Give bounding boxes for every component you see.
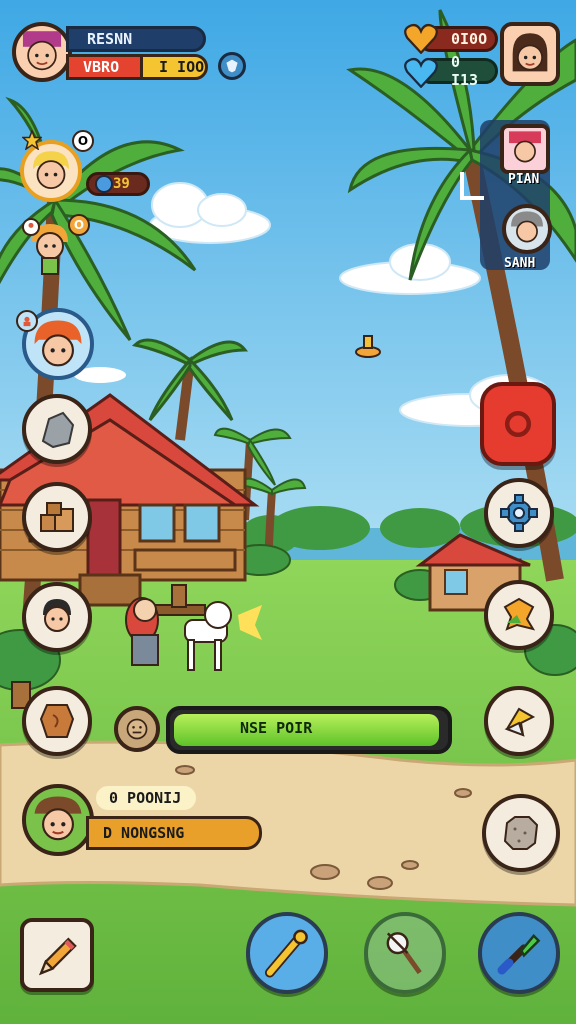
rock-button[interactable] [22,394,92,464]
quest-title-plate[interactable]: 0 POONIJ [96,786,196,810]
crates-button[interactable] [22,482,92,552]
pickaxe-button[interactable] [364,912,446,994]
right-member-1-portrait-icon [509,131,541,163]
party-member-1-badge: O [72,130,94,152]
gear-button[interactable] [484,478,554,548]
stone-block-button[interactable] [482,794,560,872]
quest-giver-portrait-icon [34,796,82,841]
right-member-1[interactable] [500,124,550,174]
player-sub-label: VBRO [83,58,120,76]
map-piece-button[interactable] [484,580,554,650]
target-icon [504,410,532,438]
leather-button[interactable] [22,686,92,756]
player-sub-plate: VBRO [66,54,146,80]
pencil-button[interactable] [20,918,94,992]
player-avatar[interactable] [12,22,72,82]
red-action-button[interactable] [480,382,556,466]
quest-title: 0 POONIJ [109,789,182,807]
player-name: RESNN [87,30,133,48]
party-member-3-tag [16,310,38,332]
shape-icon [504,707,536,737]
quest-giver-avatar[interactable] [22,784,94,856]
rock-icon [41,411,75,449]
map-piece-icon [503,597,536,631]
add-currency-button[interactable] [218,52,246,80]
pickaxe-icon [386,932,422,975]
right-member-1-label: PIAN [508,172,540,187]
heart-icon [404,23,438,54]
party-member-2-badge: O [68,214,90,236]
currency-bar[interactable]: I IOO [140,54,208,80]
hearts-value: 0I0O [451,30,488,48]
friend-avatar[interactable] [500,22,560,86]
coin-face-icon [126,718,148,740]
stone-block-icon [503,816,539,850]
trowel-button[interactable] [478,912,560,994]
gear-icon [500,494,538,532]
quest-subtitle: D NONGSNG [103,824,185,842]
right-member-2-portrait-icon [511,211,543,243]
villager-button[interactable] [22,582,92,652]
gems-value: 0 I13 [451,53,479,89]
gold-value: 39 [113,176,130,192]
party-member-1-portrait-icon [33,151,69,189]
paintbrush-button[interactable] [246,912,328,994]
right-member-2-label: SANH [504,256,536,271]
pencil-icon [39,937,77,976]
crates-icon [40,502,74,532]
quest-subtitle-plate[interactable]: D NONGSNG [86,816,262,850]
shape-button[interactable] [484,686,554,756]
bracket-icon [460,172,484,200]
player-portrait-icon [22,31,62,71]
progress-label: NSE POIR [240,719,313,737]
coin-icon [95,175,113,193]
leather-icon [39,704,75,738]
star-icon [22,130,42,150]
gem-icon [404,57,438,88]
trowel-icon [497,934,541,975]
right-member-2[interactable] [502,204,552,254]
friend-portrait-icon [512,33,548,72]
paintbrush-icon [264,929,308,978]
shield-icon [226,59,238,73]
progress-coin-button[interactable] [114,706,160,752]
currency-value: I IOO [159,58,205,76]
player-name-plate: RESNN [66,26,206,52]
progress-bar: NSE POIR [166,706,452,754]
villager-icon [43,599,71,632]
person-icon [28,222,34,228]
person-icon [23,316,31,327]
party-member-2-tag [22,218,40,236]
